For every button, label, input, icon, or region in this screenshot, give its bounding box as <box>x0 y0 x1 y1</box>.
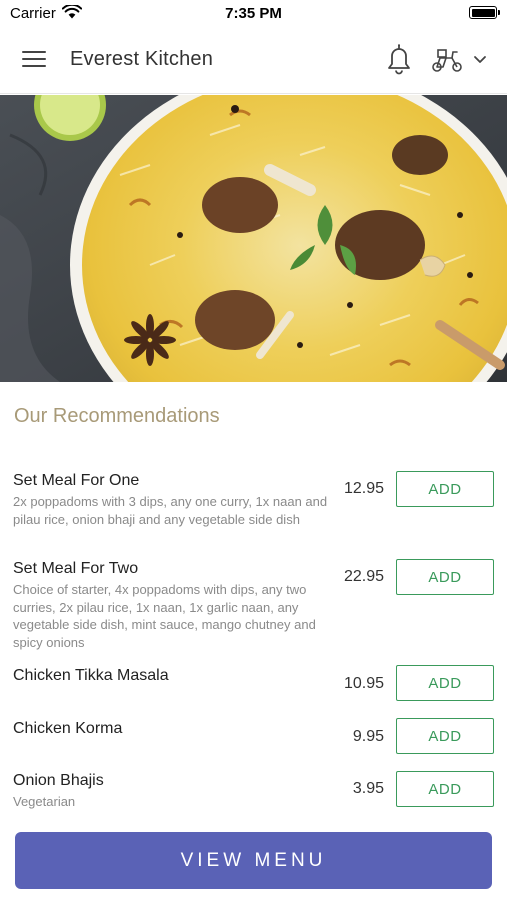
list-item: Chicken Korma 9.95 ADD <box>0 718 507 760</box>
add-button[interactable]: ADD <box>396 665 494 701</box>
list-item: Chicken Tikka Masala 10.95 ADD <box>0 665 507 707</box>
item-price: 10.95 <box>343 675 384 692</box>
add-button[interactable]: ADD <box>396 559 494 595</box>
biryani-photo <box>0 95 507 382</box>
status-time: 7:35 PM <box>225 5 282 22</box>
battery-icon <box>469 6 500 19</box>
chevron-down-icon[interactable] <box>472 53 488 65</box>
item-name: Chicken Korma <box>13 720 123 737</box>
add-button[interactable]: ADD <box>396 718 494 754</box>
item-name: Chicken Tikka Masala <box>13 667 169 684</box>
add-button[interactable]: ADD <box>396 471 494 507</box>
item-price: 22.95 <box>343 568 384 585</box>
app-header: Everest Kitchen <box>0 26 507 94</box>
list-item: Set Meal For Two Choice of starter, 4x p… <box>0 559 507 655</box>
item-price: 9.95 <box>352 728 384 745</box>
list-item: Set Meal For One 2x poppadoms with 3 dip… <box>0 471 507 552</box>
bell-icon[interactable] <box>384 43 414 75</box>
item-name: Set Meal For Two <box>13 560 139 577</box>
item-description: Vegetarian <box>13 794 76 809</box>
menu-icon[interactable] <box>22 50 48 70</box>
section-title-recommendations: Our Recommendations <box>14 405 220 427</box>
item-description: Choice of starter, 4x poppadoms with dip… <box>13 582 316 650</box>
item-name: Set Meal For One <box>13 472 140 489</box>
page-title: Everest Kitchen <box>70 48 214 70</box>
item-name: Onion Bhajis <box>13 772 104 789</box>
item-description: 2x poppadoms with 3 dips, any one curry,… <box>13 494 328 527</box>
view-menu-button[interactable]: VIEW MENU <box>15 832 492 889</box>
add-button[interactable]: ADD <box>396 771 494 807</box>
item-price: 12.95 <box>343 480 384 497</box>
item-price: 3.95 <box>352 780 384 797</box>
hero-image <box>0 95 507 382</box>
delivery-scooter-icon[interactable] <box>430 46 464 74</box>
status-bar: Carrier 7:35 PM <box>0 0 507 26</box>
list-item: Onion Bhajis Vegetarian 3.95 ADD <box>0 771 507 812</box>
